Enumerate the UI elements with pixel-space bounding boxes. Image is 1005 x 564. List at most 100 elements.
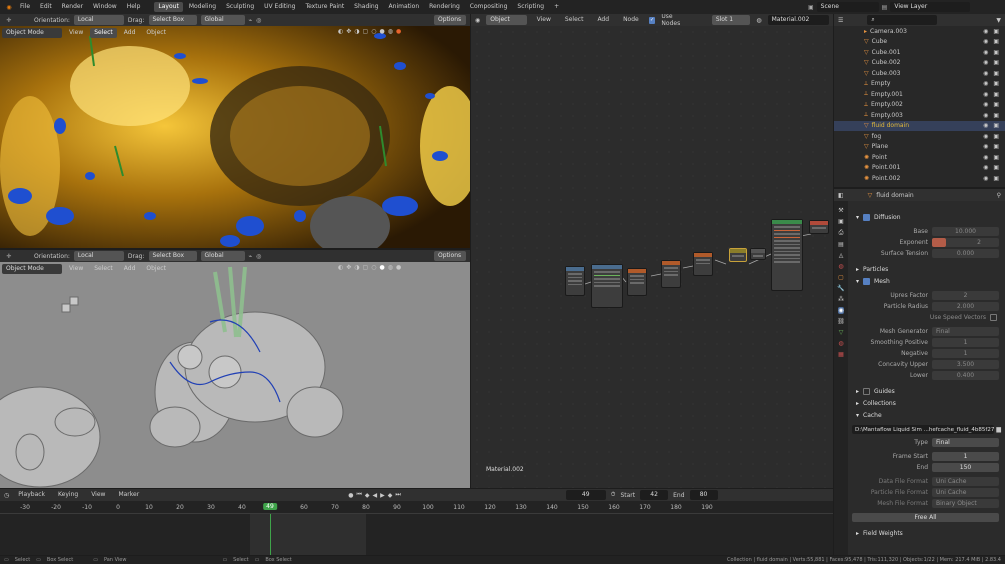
rendered-viewport[interactable]: ✛ Orientation: Local Drag: Select Box Gl… bbox=[0, 14, 470, 248]
cache-path-field[interactable]: D:\Mantaflow Liquid Sim ...hefcache_flui… bbox=[852, 425, 995, 434]
physics-tab-icon[interactable]: ◉ bbox=[838, 307, 844, 314]
node-box[interactable] bbox=[591, 264, 623, 308]
next-keyframe-icon[interactable]: ◆ bbox=[388, 492, 393, 499]
eye-icon[interactable]: ◉ bbox=[983, 59, 988, 66]
blender-logo-icon[interactable]: ◉ bbox=[4, 4, 14, 11]
camera-render-icon[interactable]: ▣ bbox=[993, 133, 999, 140]
transform-dropdown-2[interactable]: Global bbox=[200, 251, 245, 261]
node-box[interactable] bbox=[809, 220, 829, 234]
constraints-tab-icon[interactable]: ⛓ bbox=[837, 318, 845, 325]
node-box[interactable] bbox=[661, 260, 681, 288]
wireframe-shading-icon-2[interactable]: ○ bbox=[371, 264, 376, 271]
camera-render-icon[interactable]: ▣ bbox=[993, 28, 999, 35]
eye-icon[interactable]: ◉ bbox=[983, 112, 988, 119]
outliner-item[interactable]: ▽ Cube.003 ◉ ▣ bbox=[834, 68, 1005, 79]
tab-rendering[interactable]: Rendering bbox=[425, 2, 464, 12]
particle-radius-field[interactable]: 2.000 bbox=[932, 302, 999, 311]
outliner-item[interactable]: ⟂ Empty.003 ◉ ▣ bbox=[834, 110, 1005, 121]
camera-render-icon[interactable]: ▣ bbox=[993, 59, 999, 66]
overlay-icon[interactable]: ◑ bbox=[354, 28, 359, 35]
jump-end-icon[interactable]: ⏭ bbox=[395, 491, 400, 499]
outliner-item[interactable]: ⟂ Empty.001 ◉ ▣ bbox=[834, 89, 1005, 100]
tab-uv-editing[interactable]: UV Editing bbox=[260, 2, 299, 12]
start-frame-field[interactable]: 42 bbox=[640, 490, 669, 500]
viewport2-menu-select[interactable]: Select bbox=[90, 264, 117, 274]
collections-section[interactable]: ▸ Collections bbox=[848, 397, 1005, 409]
material-shading-icon[interactable]: ◍ bbox=[388, 28, 393, 35]
texture-tab-icon[interactable]: ▦ bbox=[838, 351, 844, 358]
outliner-item[interactable]: ▽ Cube.002 ◉ ▣ bbox=[834, 58, 1005, 69]
folder-icon[interactable]: ▆ bbox=[996, 426, 1001, 433]
node-box[interactable] bbox=[565, 266, 585, 296]
solid-shading-icon[interactable]: ● bbox=[379, 28, 384, 35]
camera-render-icon[interactable]: ▣ bbox=[993, 49, 999, 56]
jump-start-icon[interactable]: ⏮ bbox=[356, 491, 361, 499]
guides-checkbox[interactable] bbox=[863, 387, 871, 395]
options-dropdown-2[interactable]: Options bbox=[434, 251, 466, 261]
scene-tab-icon[interactable]: ◬ bbox=[839, 252, 844, 259]
overlay-icon-2[interactable]: ◑ bbox=[354, 264, 359, 271]
filter-icon[interactable]: ▼ bbox=[996, 17, 1001, 24]
eye-icon[interactable]: ◉ bbox=[983, 38, 988, 45]
exponent-field[interactable]: 2 bbox=[932, 238, 999, 247]
timeline-menu-keying[interactable]: Keying bbox=[54, 490, 82, 500]
object-tab-icon[interactable]: ▢ bbox=[838, 274, 844, 281]
viewport2-menu-object[interactable]: Object bbox=[142, 264, 170, 274]
outliner-item[interactable]: ▽ fog ◉ ▣ bbox=[834, 131, 1005, 142]
viewport1-menu-object[interactable]: Object bbox=[142, 28, 170, 38]
transform-pivot-icon[interactable]: ✛ bbox=[4, 17, 14, 24]
tab-shading[interactable]: Shading bbox=[350, 2, 382, 12]
frame-end-field[interactable]: 150 bbox=[932, 463, 999, 472]
concavity-upper-field[interactable]: 3.500 bbox=[932, 360, 999, 369]
eye-icon[interactable]: ◉ bbox=[983, 80, 988, 87]
display-mode-icon[interactable]: ☰ bbox=[838, 17, 843, 24]
smoothing-negative-field[interactable]: 1 bbox=[932, 349, 999, 358]
speed-vectors-checkbox[interactable] bbox=[990, 314, 997, 321]
viewport1-menu-add[interactable]: Add bbox=[120, 28, 140, 38]
outliner-item[interactable]: ▽ Plane ◉ ▣ bbox=[834, 142, 1005, 153]
camera-render-icon[interactable]: ▣ bbox=[993, 175, 999, 182]
camera-render-icon[interactable]: ▣ bbox=[993, 112, 999, 119]
mesh-checkbox[interactable] bbox=[863, 277, 871, 285]
rendered-shading-icon-2[interactable]: ● bbox=[396, 264, 401, 271]
tab-texture-paint[interactable]: Texture Paint bbox=[301, 2, 348, 12]
outliner-item[interactable]: ▽ Cube ◉ ▣ bbox=[834, 37, 1005, 48]
node-box[interactable] bbox=[627, 268, 647, 296]
orientation-dropdown-2[interactable]: Local bbox=[73, 251, 124, 261]
options-dropdown[interactable]: Options bbox=[434, 15, 466, 25]
current-frame-field[interactable]: 49 bbox=[565, 490, 606, 500]
transform-pivot-icon-2[interactable]: ✛ bbox=[4, 253, 14, 260]
menu-file[interactable]: File bbox=[16, 2, 34, 12]
solid-viewport[interactable]: ✛ Orientation: Local Drag: Select Box Gl… bbox=[0, 250, 470, 488]
mesh-generator-dropdown[interactable]: Final bbox=[932, 327, 999, 336]
shader-node-editor[interactable]: ◉ Object View Select Add Node ✓ Use Node… bbox=[471, 14, 833, 488]
proportional-icon[interactable]: ◎ bbox=[256, 17, 261, 24]
record-icon[interactable]: ● bbox=[348, 492, 353, 499]
eye-icon[interactable]: ◉ bbox=[983, 143, 988, 150]
render-tab-icon[interactable]: ▣ bbox=[838, 218, 844, 225]
eye-icon[interactable]: ◉ bbox=[983, 175, 988, 182]
eye-icon[interactable]: ◉ bbox=[983, 101, 988, 108]
material-tab-icon[interactable]: ◍ bbox=[838, 340, 843, 347]
modifier-tab-icon[interactable]: 🔧 bbox=[837, 285, 844, 292]
menu-window[interactable]: Window bbox=[89, 2, 121, 12]
particles-tab-icon[interactable]: ⁂ bbox=[838, 296, 844, 303]
node-box[interactable] bbox=[771, 219, 803, 291]
diffusion-checkbox[interactable] bbox=[863, 213, 871, 221]
tab-sculpting[interactable]: Sculpting bbox=[222, 2, 258, 12]
play-icon[interactable]: ▶ bbox=[380, 492, 385, 499]
eye-icon[interactable]: ◉ bbox=[983, 164, 988, 171]
menu-render[interactable]: Render bbox=[58, 2, 87, 12]
gizmo-icon[interactable]: ✥ bbox=[346, 28, 351, 35]
mode-dropdown-2[interactable]: Object Mode bbox=[2, 264, 62, 274]
outliner-item[interactable]: ✺ Point.001 ◉ ▣ bbox=[834, 163, 1005, 174]
prev-keyframe-icon[interactable]: ◆ bbox=[365, 492, 370, 499]
viewport2-menu-view[interactable]: View bbox=[65, 264, 87, 274]
visibility-icon-2[interactable]: ◐ bbox=[338, 264, 343, 271]
menu-help[interactable]: Help bbox=[123, 2, 145, 12]
view-layer-tab-icon[interactable]: ▤ bbox=[838, 241, 844, 248]
menu-edit[interactable]: Edit bbox=[36, 2, 56, 12]
frame-start-field[interactable]: 1 bbox=[932, 452, 999, 461]
tab-layout[interactable]: Layout bbox=[154, 2, 183, 12]
viewport1-menu-select[interactable]: Select bbox=[90, 28, 117, 38]
